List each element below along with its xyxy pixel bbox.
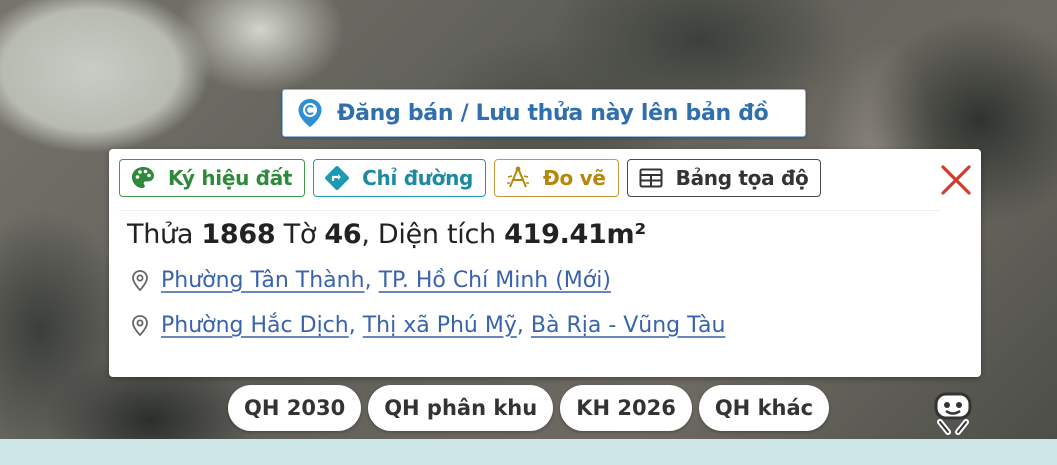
measure-draw-button[interactable]: Đo vẽ	[494, 159, 619, 197]
palette-icon	[132, 167, 154, 188]
planning-chips: QH 2030 QH phân khu KH 2026 QH khác	[228, 385, 830, 431]
location-pin-icon	[132, 314, 148, 336]
chip-qh-phan-khu[interactable]: QH phân khu	[368, 385, 554, 431]
chip-kh-2026[interactable]: KH 2026	[560, 385, 692, 431]
map-pin-coin-icon	[298, 99, 322, 127]
parcel-title: Thửa 1868 Tờ 46, Diện tích 419.41m²	[127, 219, 646, 250]
address-ward-link[interactable]: Phường Hắc Dịch	[161, 313, 349, 338]
close-button[interactable]	[937, 161, 975, 199]
chip-qh-2030[interactable]: QH 2030	[228, 385, 362, 431]
address-new: Phường Tân Thành, TP. Hồ Chí Minh (Mới)	[129, 268, 611, 293]
post-parcel-button[interactable]: Đăng bán / Lưu thửa này lên bản đồ	[282, 89, 806, 137]
table-icon	[639, 168, 663, 188]
sheet-number-label: Tờ	[283, 219, 317, 250]
measure-draw-icon	[507, 166, 530, 188]
coordinate-table-button[interactable]: Bảng tọa độ	[626, 159, 822, 197]
sheet-number: 46	[324, 219, 362, 250]
area-label: , Diện tích	[361, 219, 496, 250]
measure-draw-label: Đo vẽ	[543, 166, 606, 190]
map-bottom-strip	[0, 439, 1057, 465]
location-pin-icon	[132, 269, 148, 291]
address-old: Phường Hắc Dịch, Thị xã Phú Mỹ, Bà Rịa -…	[129, 313, 725, 338]
directions-label: Chỉ đường	[362, 166, 474, 190]
post-parcel-label: Đăng bán / Lưu thửa này lên bản đồ	[337, 100, 769, 126]
chip-qh-khac[interactable]: QH khác	[698, 385, 830, 431]
directions-icon	[325, 166, 350, 190]
pegman-icon[interactable]	[926, 384, 986, 444]
card-divider	[119, 210, 941, 211]
land-symbol-button[interactable]: Ký hiệu đất	[119, 159, 306, 197]
parcel-toolbar: Ký hiệu đất Chỉ đường Đo vẽ Bảng tọa độ	[119, 159, 822, 199]
address-town-link[interactable]: Thị xã Phú Mỹ	[363, 313, 517, 338]
address-ward-link[interactable]: Phường Tân Thành	[161, 268, 365, 293]
directions-button[interactable]: Chỉ đường	[313, 159, 487, 197]
parcel-number: 1868	[201, 219, 276, 250]
address-province-link[interactable]: Bà Rịa - Vũng Tàu	[531, 313, 726, 338]
coordinate-table-label: Bảng tọa độ	[675, 166, 809, 190]
close-icon	[941, 165, 971, 195]
area-value: 419.41m²	[504, 219, 646, 250]
address-city-link[interactable]: TP. Hồ Chí Minh (Mới)	[379, 268, 611, 293]
land-symbol-label: Ký hiệu đất	[168, 166, 293, 190]
parcel-number-label: Thửa	[127, 219, 194, 250]
parcel-info-card: Ký hiệu đất Chỉ đường Đo vẽ Bảng tọa độ …	[109, 149, 981, 377]
